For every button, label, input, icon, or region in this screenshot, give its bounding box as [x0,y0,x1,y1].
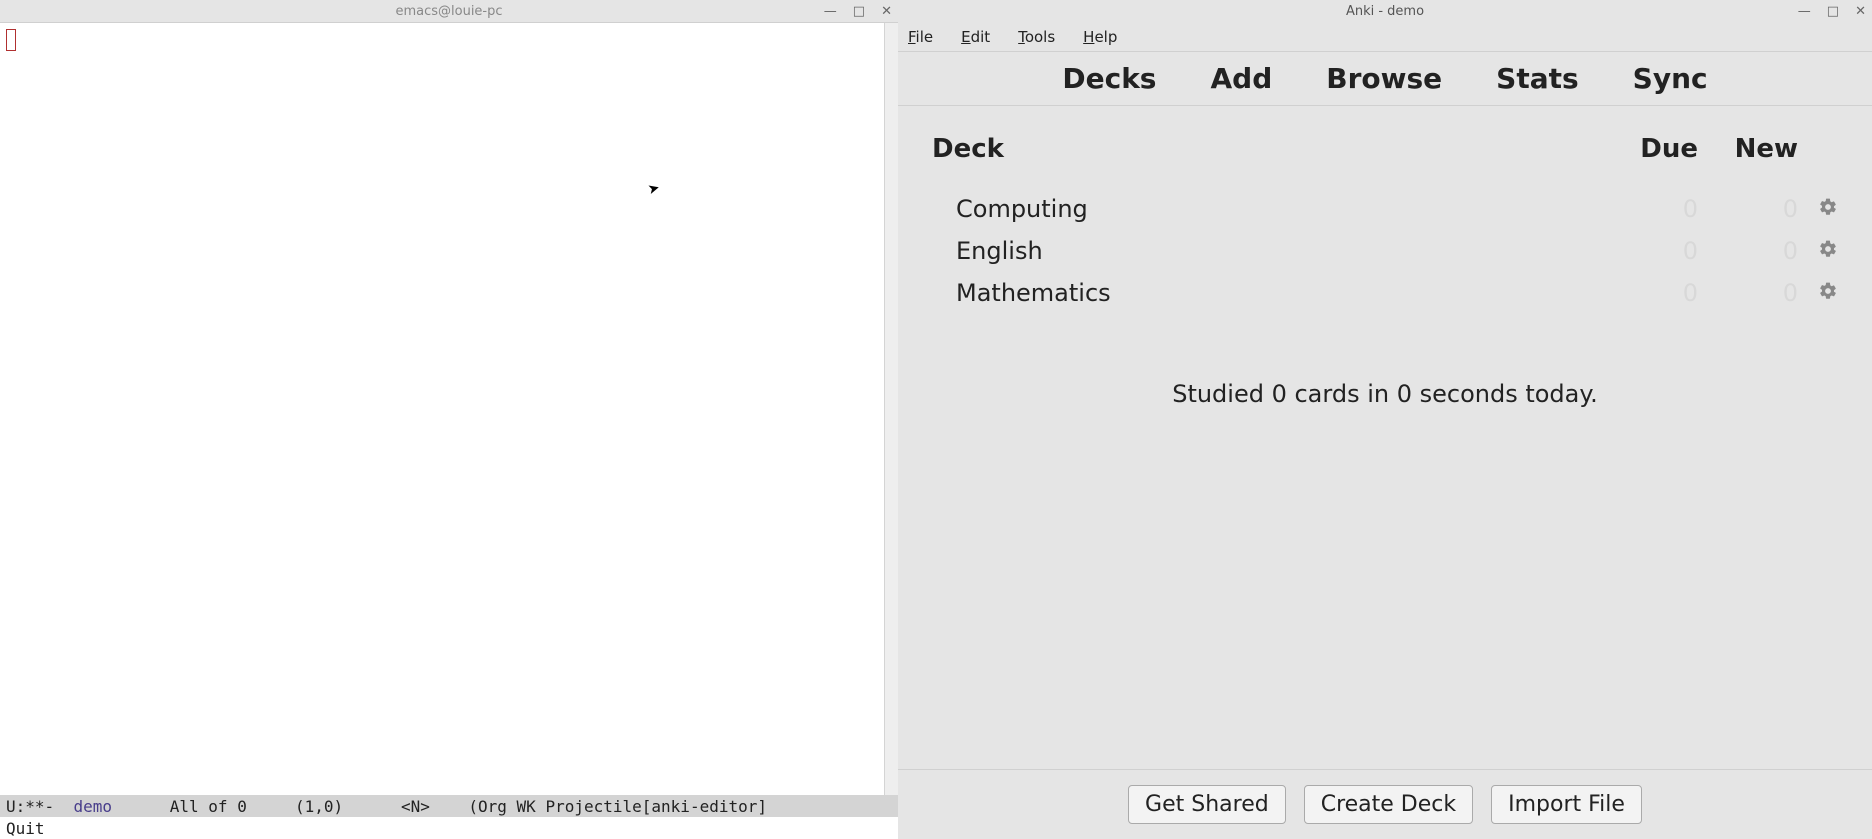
deck-row[interactable]: English 0 0 [932,230,1838,272]
header-deck: Deck [932,134,1598,164]
emacs-buffer[interactable]: ➤ [0,23,884,795]
deck-due: 0 [1598,237,1698,265]
close-icon[interactable]: ✕ [881,4,892,19]
menu-tools[interactable]: Tools [1018,28,1055,46]
tab-stats[interactable]: Stats [1496,62,1579,95]
emacs-scrollbar[interactable] [884,23,898,795]
deck-row[interactable]: Mathematics 0 0 [932,272,1838,314]
emacs-cursor [6,29,16,51]
anki-window: Anki - demo — □ ✕ File Edit Tools Help D… [898,0,1872,839]
tab-add[interactable]: Add [1210,62,1272,95]
minimize-icon[interactable]: — [824,4,837,19]
deck-row[interactable]: Computing 0 0 [932,188,1838,230]
deck-name: English [932,237,1598,265]
emacs-title: emacs@louie-pc [395,4,502,19]
minimize-icon[interactable]: — [1798,4,1811,19]
anki-bottom-bar: Get Shared Create Deck Import File [898,769,1872,839]
anki-toolbar: Decks Add Browse Stats Sync [898,52,1872,106]
menu-edit[interactable]: Edit [961,28,990,46]
gear-icon [1818,281,1838,301]
emacs-window: emacs@louie-pc — □ ✕ ➤ U:**- demo All of… [0,0,898,839]
anki-title: Anki - demo [1346,4,1424,19]
deck-name: Mathematics [932,279,1598,307]
deck-new: 0 [1698,195,1798,223]
minibuffer-text: Quit [6,819,45,838]
mouse-pointer-icon: ➤ [646,180,661,198]
deck-settings-button[interactable] [1798,237,1838,265]
emacs-modeline: U:**- demo All of 0 (1,0) <N> (Org WK Pr… [0,795,898,817]
emacs-minibuffer[interactable]: Quit [0,817,898,839]
menu-file[interactable]: File [908,28,933,46]
anki-deck-list: Deck Due New Computing 0 0 English 0 0 M… [898,106,1872,769]
anki-menubar: File Edit Tools Help [898,22,1872,52]
deck-new: 0 [1698,237,1798,265]
get-shared-button[interactable]: Get Shared [1128,785,1286,824]
tab-decks[interactable]: Decks [1062,62,1156,95]
deck-list-header: Deck Due New [932,134,1838,188]
gear-icon [1818,239,1838,259]
modeline-buffer-name: demo [73,797,112,816]
close-icon[interactable]: ✕ [1855,4,1866,19]
emacs-body: ➤ [0,22,898,795]
gear-icon [1818,197,1838,217]
modeline-position: All of 0 (1,0) <N> (Org WK Projectile[an… [112,797,767,816]
maximize-icon[interactable]: □ [853,4,865,19]
deck-due: 0 [1598,195,1698,223]
deck-settings-button[interactable] [1798,279,1838,307]
studied-summary: Studied 0 cards in 0 seconds today. [932,380,1838,408]
tab-browse[interactable]: Browse [1326,62,1442,95]
deck-new: 0 [1698,279,1798,307]
deck-due: 0 [1598,279,1698,307]
emacs-titlebar: emacs@louie-pc — □ ✕ [0,0,898,22]
header-new: New [1698,134,1798,164]
maximize-icon[interactable]: □ [1827,4,1839,19]
menu-help[interactable]: Help [1083,28,1117,46]
tab-sync[interactable]: Sync [1633,62,1708,95]
deck-name: Computing [932,195,1598,223]
modeline-prefix: U:**- [6,797,73,816]
header-due: Due [1598,134,1698,164]
import-file-button[interactable]: Import File [1491,785,1642,824]
anki-titlebar: Anki - demo — □ ✕ [898,0,1872,22]
create-deck-button[interactable]: Create Deck [1304,785,1473,824]
deck-settings-button[interactable] [1798,195,1838,223]
